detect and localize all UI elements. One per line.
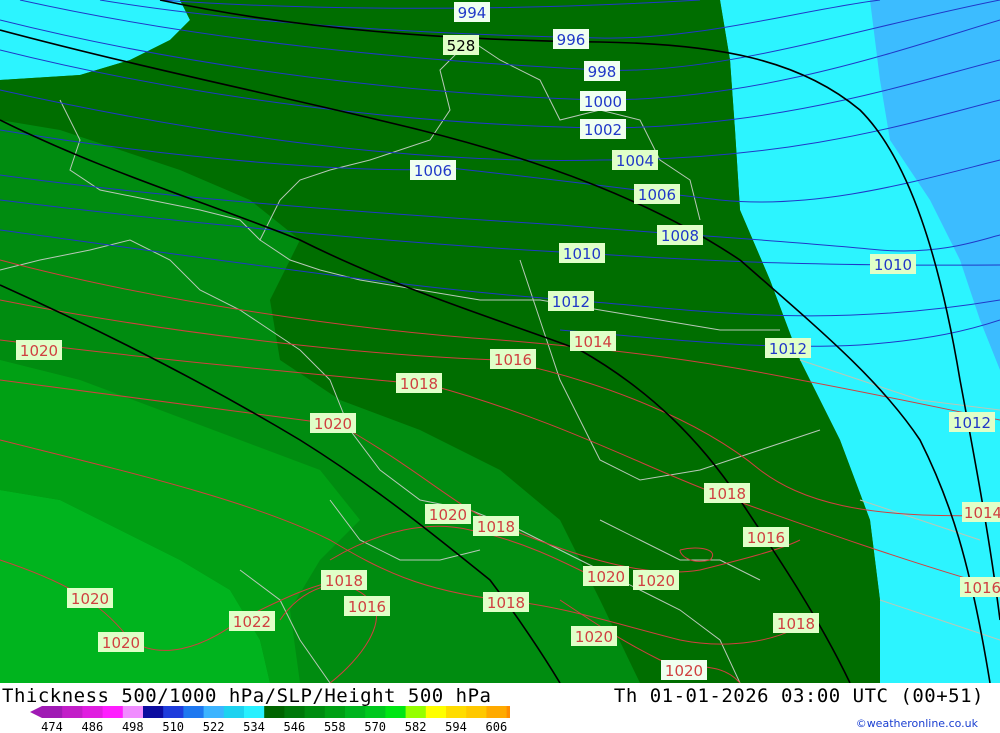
legend-arrow-left (30, 706, 42, 718)
legend-swatch (324, 706, 346, 718)
legend-tick-label: 522 (203, 720, 225, 733)
isobar-label: 1018 (325, 572, 363, 590)
isobar-label: 1020 (71, 590, 109, 608)
legend-tick-label: 546 (284, 720, 306, 733)
isobar-label: 1014 (964, 504, 1000, 522)
legend-swatch (284, 706, 306, 718)
legend-tick-label: 558 (324, 720, 346, 733)
legend-swatch (143, 706, 164, 718)
isobar-label: 1020 (314, 415, 352, 433)
legend-swatch (446, 706, 467, 718)
isobar-label: 1012 (552, 293, 590, 311)
isobar-label: 1022 (233, 613, 271, 631)
site-credit[interactable]: ©weatheronline.co.uk (856, 717, 978, 730)
legend-tick-label: 594 (445, 720, 467, 733)
legend-swatch (183, 706, 205, 718)
map-footer: Thickness 500/1000 hPa/SLP/Height 500 hP… (0, 683, 1000, 733)
legend-swatch (385, 706, 407, 718)
legend-swatch (203, 706, 225, 718)
isobar-label: 1020 (102, 634, 140, 652)
isobar-label: 1020 (20, 342, 58, 360)
isobar-label: 1020 (575, 628, 613, 646)
legend-tick-label: 498 (122, 720, 144, 733)
legend-swatch (244, 706, 265, 718)
legend-tick-label: 606 (486, 720, 508, 733)
isobar-label: 1016 (747, 529, 785, 547)
legend-swatch (62, 706, 83, 718)
isobar-label: 1020 (637, 572, 675, 590)
legend-swatch (102, 706, 124, 718)
legend-swatch (466, 706, 487, 718)
legend-swatch (304, 706, 326, 718)
isobar-label: 1020 (429, 506, 467, 524)
legend-swatch (122, 706, 144, 718)
legend-tick-label: 534 (243, 720, 265, 733)
color-legend: 474 486 498 510 522 534 546 558 570 582 594 606 (30, 706, 510, 733)
isobar-label: 1002 (584, 121, 622, 139)
isobar-label: 1010 (874, 256, 912, 274)
isobar-label: 996 (557, 31, 586, 49)
isobar-label: 1018 (777, 615, 815, 633)
legend-tick-label: 474 (41, 720, 63, 733)
legend-swatch (42, 706, 63, 718)
isobar-label: 1014 (574, 333, 612, 351)
legend-swatch (365, 706, 386, 718)
legend-tick-label: 582 (405, 720, 427, 733)
legend-swatch (506, 706, 510, 718)
legend-swatch (223, 706, 245, 718)
isobar-label: 1020 (665, 662, 703, 680)
legend-swatch (486, 706, 508, 718)
isobar-label: 1006 (414, 162, 452, 180)
height-label: 528 (447, 37, 476, 55)
legend-swatch (425, 706, 447, 718)
isobar-label: 1008 (661, 227, 699, 245)
isobar-label: 1016 (963, 579, 1000, 597)
forecast-datetime: Th 01-01-2026 03:00 UTC (00+51) (613, 685, 984, 707)
isobar-label: 994 (458, 4, 487, 22)
legend-tick-label: 510 (162, 720, 184, 733)
isobar-label: 1012 (953, 414, 991, 432)
legend-swatch (82, 706, 104, 718)
isobar-label: 1006 (638, 186, 676, 204)
isobar-label: 1020 (587, 568, 625, 586)
legend-tick-label: 486 (82, 720, 104, 733)
legend-swatch (264, 706, 285, 718)
isobar-label: 998 (588, 63, 617, 81)
isobar-label: 1018 (400, 375, 438, 393)
legend-swatch (405, 706, 427, 718)
isobar-label: 1016 (348, 598, 386, 616)
legend-tick-label: 570 (364, 720, 386, 733)
isobar-label: 1018 (487, 594, 525, 612)
legend-swatch (163, 706, 184, 718)
isobar-label: 1018 (708, 485, 746, 503)
isobar-label: 1012 (769, 340, 807, 358)
isobar-label: 1004 (616, 152, 654, 170)
isobar-label: 1016 (494, 351, 532, 369)
map-title: Thickness 500/1000 hPa/SLP/Height 500 hP… (2, 685, 492, 707)
isobar-label: 1000 (584, 93, 622, 111)
map-canvas: 994 528 996 998 1000 1002 1004 1006 1006… (0, 0, 1000, 683)
isobar-label: 1010 (563, 245, 601, 263)
legend-swatch (345, 706, 366, 718)
weather-map: 994 528 996 998 1000 1002 1004 1006 1006… (0, 0, 1000, 683)
isobar-label: 1018 (477, 518, 515, 536)
